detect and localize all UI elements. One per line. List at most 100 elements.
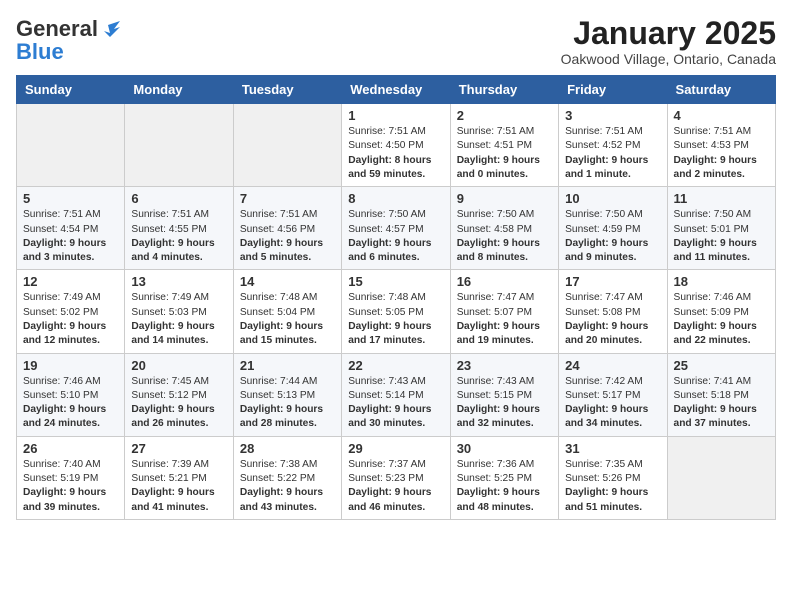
cell-content: Sunrise: 7:40 AMSunset: 5:19 PMDaylight:… — [23, 458, 118, 515]
calendar-table: SundayMondayTuesdayWednesdayThursdayFrid… — [16, 75, 776, 520]
cell-content: Sunrise: 7:50 AMSunset: 4:58 PMDaylight:… — [457, 208, 552, 265]
calendar-cell: 26Sunrise: 7:40 AMSunset: 5:19 PMDayligh… — [17, 436, 125, 519]
calendar-cell: 13 Sunrise: 7:49 AMSunset: 5:03 PMDayligh… — [125, 270, 233, 353]
cell-content: Sunrise: 7:35 AMSunset: 5:26 PMDaylight:… — [565, 458, 660, 515]
weekday-header-wednesday: Wednesday — [342, 76, 450, 104]
cell-content: Sunrise: 7:46 AMSunset: 5:10 PMDaylight:… — [23, 375, 118, 432]
calendar-cell: 22 Sunrise: 7:43 AMSunset: 5:14 PMDayligh… — [342, 353, 450, 436]
cell-content: Sunrise: 7:51 AMSunset: 4:52 PMDaylight:… — [565, 125, 660, 182]
day-number: 8 — [348, 191, 443, 206]
cell-content: Sunrise: 7:45 AMSunset: 5:12 PMDaylight:… — [131, 375, 226, 432]
cell-content: Sunrise: 7:48 AMSunset: 5:05 PMDaylight:… — [348, 291, 443, 348]
weekday-header-tuesday: Tuesday — [233, 76, 341, 104]
day-number: 22 — [348, 358, 443, 373]
cell-content: Sunrise: 7:47 AMSunset: 5:07 PMDaylight:… — [457, 291, 552, 348]
day-number: 14 — [240, 274, 335, 289]
day-number: 7 — [240, 191, 335, 206]
cell-content: Sunrise: 7:38 AMSunset: 5:22 PMDaylight:… — [240, 458, 335, 515]
calendar-cell: 2 Sunrise: 7:51 AMSunset: 4:51 PMDaylight… — [450, 104, 558, 187]
calendar-cell: 21Sunrise: 7:44 AMSunset: 5:13 PMDayligh… — [233, 353, 341, 436]
day-number: 13 — [131, 274, 226, 289]
calendar-cell: 18Sunrise: 7:46 AMSunset: 5:09 PMDayligh… — [667, 270, 775, 353]
day-number: 16 — [457, 274, 552, 289]
day-number: 24 — [565, 358, 660, 373]
calendar-cell — [125, 104, 233, 187]
calendar-cell: 28 Sunrise: 7:38 AMSunset: 5:22 PMDayligh… — [233, 436, 341, 519]
day-number: 28 — [240, 441, 335, 456]
calendar-cell: 30Sunrise: 7:36 AMSunset: 5:25 PMDayligh… — [450, 436, 558, 519]
day-number: 2 — [457, 108, 552, 123]
calendar-cell: 15 Sunrise: 7:48 AMSunset: 5:05 PMDayligh… — [342, 270, 450, 353]
calendar-cell: 7 Sunrise: 7:51 AMSunset: 4:56 PMDaylight… — [233, 187, 341, 270]
calendar-cell: 16 Sunrise: 7:47 AMSunset: 5:07 PMDayligh… — [450, 270, 558, 353]
logo-bird-icon — [100, 21, 120, 37]
calendar-cell: 31 Sunrise: 7:35 AMSunset: 5:26 PMDayligh… — [559, 436, 667, 519]
calendar-week-row: 5Sunrise: 7:51 AMSunset: 4:54 PMDaylight… — [17, 187, 776, 270]
calendar-cell — [233, 104, 341, 187]
day-number: 1 — [348, 108, 443, 123]
calendar-cell: 10 Sunrise: 7:50 AMSunset: 4:59 PMDayligh… — [559, 187, 667, 270]
cell-content: Sunrise: 7:36 AMSunset: 5:25 PMDaylight:… — [457, 458, 552, 515]
calendar-cell: 6 Sunrise: 7:51 AMSunset: 4:55 PMDaylight… — [125, 187, 233, 270]
calendar-cell: 8 Sunrise: 7:50 AMSunset: 4:57 PMDaylight… — [342, 187, 450, 270]
day-number: 3 — [565, 108, 660, 123]
day-number: 9 — [457, 191, 552, 206]
day-number: 11 — [674, 191, 769, 206]
calendar-cell: 1 Sunrise: 7:51 AMSunset: 4:50 PMDaylight… — [342, 104, 450, 187]
day-number: 23 — [457, 358, 552, 373]
cell-content: Sunrise: 7:48 AMSunset: 5:04 PMDaylight:… — [240, 291, 335, 348]
month-title: January 2025 — [561, 16, 776, 51]
cell-content: Sunrise: 7:37 AMSunset: 5:23 PMDaylight:… — [348, 458, 443, 515]
calendar-cell: 3 Sunrise: 7:51 AMSunset: 4:52 PMDaylight… — [559, 104, 667, 187]
day-number: 18 — [674, 274, 769, 289]
calendar-cell: 23Sunrise: 7:43 AMSunset: 5:15 PMDayligh… — [450, 353, 558, 436]
day-number: 21 — [240, 358, 335, 373]
weekday-header-monday: Monday — [125, 76, 233, 104]
cell-content: Sunrise: 7:51 AMSunset: 4:50 PMDaylight:… — [348, 125, 443, 182]
day-number: 17 — [565, 274, 660, 289]
cell-content: Sunrise: 7:51 AMSunset: 4:55 PMDaylight:… — [131, 208, 226, 265]
day-number: 12 — [23, 274, 118, 289]
weekday-header-thursday: Thursday — [450, 76, 558, 104]
cell-content: Sunrise: 7:50 AMSunset: 4:59 PMDaylight:… — [565, 208, 660, 265]
cell-content: Sunrise: 7:39 AMSunset: 5:21 PMDaylight:… — [131, 458, 226, 515]
calendar-cell: 25Sunrise: 7:41 AMSunset: 5:18 PMDayligh… — [667, 353, 775, 436]
day-number: 15 — [348, 274, 443, 289]
cell-content: Sunrise: 7:43 AMSunset: 5:14 PMDaylight:… — [348, 375, 443, 432]
title-section: January 2025 Oakwood Village, Ontario, C… — [561, 16, 776, 67]
location-subtitle: Oakwood Village, Ontario, Canada — [561, 51, 776, 67]
calendar-cell: 17Sunrise: 7:47 AMSunset: 5:08 PMDayligh… — [559, 270, 667, 353]
calendar-cell: 24Sunrise: 7:42 AMSunset: 5:17 PMDayligh… — [559, 353, 667, 436]
day-number: 10 — [565, 191, 660, 206]
day-number: 31 — [565, 441, 660, 456]
cell-content: Sunrise: 7:50 AMSunset: 4:57 PMDaylight:… — [348, 208, 443, 265]
cell-content: Sunrise: 7:49 AMSunset: 5:02 PMDaylight:… — [23, 291, 118, 348]
cell-content: Sunrise: 7:41 AMSunset: 5:18 PMDaylight:… — [674, 375, 769, 432]
cell-content: Sunrise: 7:51 AMSunset: 4:53 PMDaylight:… — [674, 125, 769, 182]
day-number: 20 — [131, 358, 226, 373]
day-number: 29 — [348, 441, 443, 456]
page-header: General Blue January 2025 Oakwood Villag… — [16, 16, 776, 67]
calendar-week-row: 19Sunrise: 7:46 AMSunset: 5:10 PMDayligh… — [17, 353, 776, 436]
calendar-cell: 29 Sunrise: 7:37 AMSunset: 5:23 PMDayligh… — [342, 436, 450, 519]
calendar-cell: 14 Sunrise: 7:48 AMSunset: 5:04 PMDayligh… — [233, 270, 341, 353]
weekday-header-sunday: Sunday — [17, 76, 125, 104]
calendar-week-row: 26Sunrise: 7:40 AMSunset: 5:19 PMDayligh… — [17, 436, 776, 519]
calendar-week-row: 12 Sunrise: 7:49 AMSunset: 5:02 PMDayligh… — [17, 270, 776, 353]
cell-content: Sunrise: 7:51 AMSunset: 4:51 PMDaylight:… — [457, 125, 552, 182]
weekday-header-friday: Friday — [559, 76, 667, 104]
calendar-cell: 20 Sunrise: 7:45 AMSunset: 5:12 PMDayligh… — [125, 353, 233, 436]
logo: General Blue — [16, 16, 120, 62]
calendar-cell: 4Sunrise: 7:51 AMSunset: 4:53 PMDaylight… — [667, 104, 775, 187]
cell-content: Sunrise: 7:51 AMSunset: 4:56 PMDaylight:… — [240, 208, 335, 265]
day-number: 6 — [131, 191, 226, 206]
calendar-cell: 11Sunrise: 7:50 AMSunset: 5:01 PMDayligh… — [667, 187, 775, 270]
calendar-cell: 9 Sunrise: 7:50 AMSunset: 4:58 PMDaylight… — [450, 187, 558, 270]
cell-content: Sunrise: 7:49 AMSunset: 5:03 PMDaylight:… — [131, 291, 226, 348]
calendar-cell — [667, 436, 775, 519]
cell-content: Sunrise: 7:51 AMSunset: 4:54 PMDaylight:… — [23, 208, 118, 265]
weekday-header-saturday: Saturday — [667, 76, 775, 104]
calendar-cell: 19Sunrise: 7:46 AMSunset: 5:10 PMDayligh… — [17, 353, 125, 436]
day-number: 27 — [131, 441, 226, 456]
calendar-cell: 27 Sunrise: 7:39 AMSunset: 5:21 PMDayligh… — [125, 436, 233, 519]
